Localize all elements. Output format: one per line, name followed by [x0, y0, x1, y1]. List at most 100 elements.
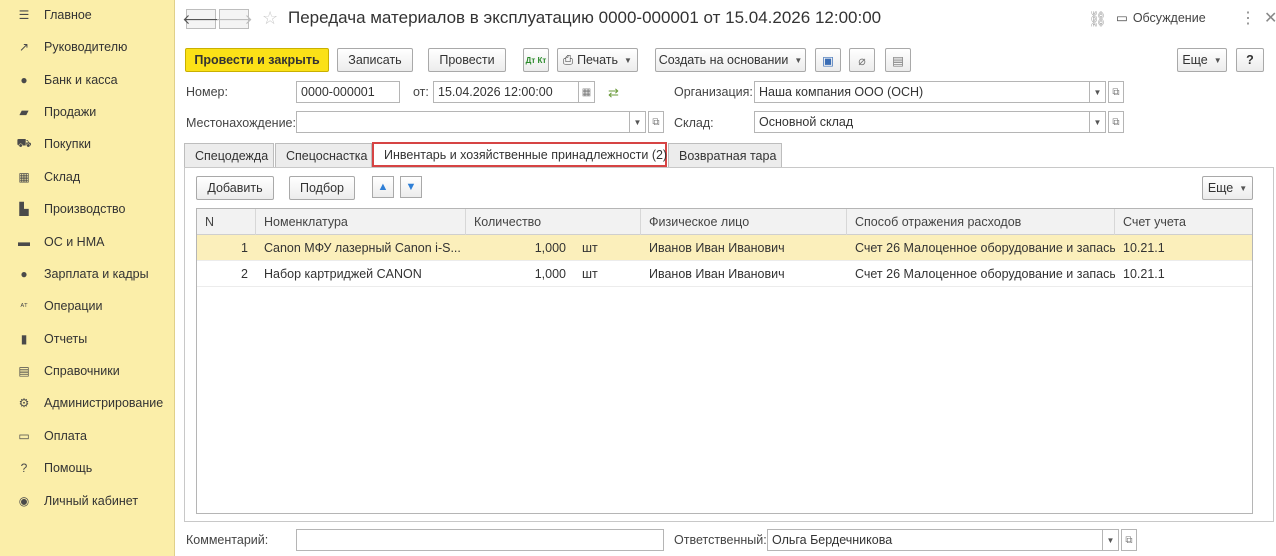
organization-field[interactable]: Наша компания ООО (ОСН)	[754, 81, 1090, 103]
add-row-button[interactable]: Добавить	[196, 176, 274, 200]
pick-button[interactable]: Подбор	[289, 176, 355, 200]
discussion-label: Обсуждение	[1132, 10, 1206, 25]
tab-workwear[interactable]: Спецодежда	[184, 143, 274, 167]
column-header-person[interactable]: Физическое лицо	[641, 209, 847, 235]
gear-icon: ⚙	[18, 396, 30, 410]
location-dropdown[interactable]: ▼	[630, 111, 646, 133]
warehouse-field[interactable]: Основной склад	[754, 111, 1090, 133]
print-button[interactable]: ⎙ Печать ▼	[557, 48, 638, 72]
chevron-down-icon: ▼	[1106, 535, 1115, 545]
save-button[interactable]: Записать	[337, 48, 413, 72]
sidebar-item-purchases[interactable]: ⛟ Покупки	[0, 129, 175, 159]
table-more-button[interactable]: Еще ▼	[1202, 176, 1253, 200]
move-up-button[interactable]: ▲	[372, 176, 394, 198]
items-table: N Номенклатура Количество Физическое лиц…	[196, 208, 1253, 514]
warehouse-open-button[interactable]: ⧉	[1108, 111, 1124, 133]
warehouse-dropdown[interactable]: ▼	[1090, 111, 1106, 133]
sidebar-item-sales[interactable]: ▰ Продажи	[0, 97, 175, 127]
cart-icon: ⛟	[16, 136, 32, 150]
sidebar-item-assets[interactable]: ▬ ОС и НМА	[0, 227, 175, 257]
chevron-down-icon: ▼	[1093, 87, 1102, 97]
responsible-field[interactable]: Ольга Бердечникова	[767, 529, 1103, 551]
organization-dropdown[interactable]: ▼	[1090, 81, 1106, 103]
attachments-button[interactable]: ⌀	[849, 48, 875, 72]
row-quantity[interactable]: 1,000	[466, 235, 574, 261]
table-more-label: Еще	[1207, 181, 1234, 195]
chevron-down-icon: ▼	[624, 55, 632, 65]
number-field[interactable]: 0000-000001	[296, 81, 400, 103]
row-item[interactable]: Набор картриджей CANON	[256, 261, 466, 287]
sidebar-item-label: Личный кабинет	[44, 494, 139, 508]
sidebar-item-salary[interactable]: ● Зарплата и кадры	[0, 259, 175, 289]
close-icon[interactable]: ✕	[1264, 8, 1276, 28]
tab-returnable-containers[interactable]: Возвратная тара	[668, 143, 782, 167]
row-expense-method[interactable]: Счет 26 Малоценное оборудование и запасы	[847, 235, 1115, 261]
row-expense-method[interactable]: Счет 26 Малоценное оборудование и запасы	[847, 261, 1115, 287]
sidebar-item-operations[interactable]: ᴬᵀ Операции	[0, 291, 175, 321]
sidebar-item-account[interactable]: ◉ Личный кабинет	[0, 486, 175, 516]
sidebar-item-label: Банк и касса	[44, 73, 118, 87]
post-button[interactable]: Провести	[428, 48, 506, 72]
sidebar-item-payment[interactable]: ▭ Оплата	[0, 421, 175, 451]
help-button[interactable]: ?	[1236, 48, 1264, 72]
organization-open-button[interactable]: ⧉	[1108, 81, 1124, 103]
location-open-button[interactable]: ⧉	[648, 111, 664, 133]
move-down-button[interactable]: ▼	[400, 176, 422, 198]
print-label: Печать	[577, 53, 619, 67]
more-button[interactable]: Еще ▼	[1177, 48, 1227, 72]
card-icon: ▭	[18, 429, 30, 443]
calendar-button[interactable]: ▦	[579, 81, 595, 103]
favorite-star-icon[interactable]: ☆	[262, 8, 278, 29]
responsible-dropdown[interactable]: ▼	[1103, 529, 1119, 551]
responsible-open-button[interactable]: ⧉	[1121, 529, 1137, 551]
create-based-on-button[interactable]: Создать на основании ▼	[655, 48, 806, 72]
structure-button[interactable]: ▣	[815, 48, 841, 72]
more-vertical-icon[interactable]: ⋮	[1240, 8, 1256, 28]
table-row[interactable]: 1 Canon МФУ лазерный Canon i-S... 1,000 …	[197, 235, 1252, 261]
row-account[interactable]: 10.21.1	[1115, 235, 1252, 261]
row-quantity[interactable]: 1,000	[466, 261, 574, 287]
report-button[interactable]: ▤	[885, 48, 911, 72]
location-field[interactable]	[296, 111, 630, 133]
dt-kt-button[interactable]: Дт Кт	[523, 48, 549, 72]
sidebar-item-help[interactable]: ? Помощь	[0, 453, 175, 483]
date-field[interactable]: 15.04.2026 12:00:00	[433, 81, 579, 103]
back-button[interactable]: 🡐	[182, 9, 220, 29]
row-account[interactable]: 10.21.1	[1115, 261, 1252, 287]
sidebar-item-label: Покупки	[44, 137, 92, 151]
post-and-close-button[interactable]: Провести и закрыть	[185, 48, 329, 72]
tab-special-equipment[interactable]: Спецоснастка	[275, 143, 372, 167]
column-header-account[interactable]: Счет учета	[1115, 209, 1252, 235]
responsible-label: Ответственный:	[674, 533, 767, 547]
forward-button[interactable]: 🡒	[215, 9, 253, 29]
chevron-down-icon: ▼	[633, 117, 642, 127]
comment-label: Комментарий:	[186, 533, 269, 547]
sidebar-item-production[interactable]: ▙ Производство	[0, 194, 175, 224]
sidebar-item-warehouse[interactable]: ▦ Склад	[0, 162, 175, 192]
arrow-down-icon: ▼	[405, 181, 417, 193]
sidebar-item-main[interactable]: ☰ Главное	[0, 0, 175, 30]
row-person[interactable]: Иванов Иван Иванович	[641, 235, 847, 261]
column-header-quantity[interactable]: Количество	[466, 209, 641, 235]
comment-field[interactable]	[296, 529, 664, 551]
discussion-button[interactable]: ▭ Обсуждение	[1116, 10, 1206, 26]
column-header-expense-method[interactable]: Способ отражения расходов	[847, 209, 1115, 235]
sidebar-item-label: ОС и НМА	[44, 235, 105, 249]
sidebar-item-directories[interactable]: ▤ Справочники	[0, 356, 175, 386]
tab-inventory[interactable]: Инвентарь и хозяйственные принадлежности…	[372, 142, 667, 167]
column-header-item[interactable]: Номенклатура	[256, 209, 466, 235]
row-person[interactable]: Иванов Иван Иванович	[641, 261, 847, 287]
trend-icon: ↗	[18, 40, 30, 54]
sidebar-item-label: Помощь	[44, 461, 93, 475]
chevron-down-icon: ▼	[794, 55, 803, 65]
link-icon[interactable]: ⛓	[1088, 10, 1107, 28]
coin-icon: ●	[20, 73, 28, 87]
document-flow-icon[interactable]: ⇄	[608, 85, 619, 101]
sidebar-item-reports[interactable]: ▮ Отчеты	[0, 324, 175, 354]
sidebar-item-manager[interactable]: ↗ Руководителю	[0, 32, 175, 62]
table-row[interactable]: 2 Набор картриджей CANON 1,000 шт Иванов…	[197, 261, 1252, 287]
column-header-n[interactable]: N	[197, 209, 256, 235]
row-item[interactable]: Canon МФУ лазерный Canon i-S...	[256, 235, 466, 261]
sidebar-item-admin[interactable]: ⚙ Администрирование	[0, 388, 175, 418]
sidebar-item-bank[interactable]: ● Банк и касса	[0, 65, 175, 95]
